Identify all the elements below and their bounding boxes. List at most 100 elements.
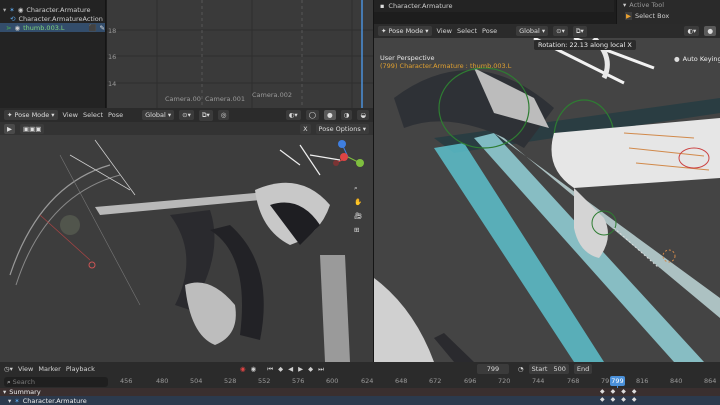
editor-type-icon[interactable]: ◷▾	[4, 365, 13, 373]
frame-tick: 672	[429, 377, 442, 385]
mode-dropdown[interactable]: ✦ Pose Mode ▾	[378, 26, 432, 36]
navigation-gizmo[interactable]	[330, 139, 366, 175]
active-tool-row[interactable]: ▾ Active Tool	[617, 0, 720, 9]
keyframe-icon[interactable]: ◆	[611, 396, 616, 403]
camera-icon[interactable]: 🎥︎	[354, 212, 366, 226]
playhead-label: 799	[610, 376, 625, 386]
camera-marker[interactable]: Camera.00	[165, 95, 201, 103]
play-reverse-icon[interactable]: ◀	[288, 365, 293, 373]
shading-wire-button[interactable]: ◯	[305, 110, 319, 120]
menu-view[interactable]: View	[437, 27, 452, 35]
action-icon: ⟲	[10, 14, 16, 23]
zoom-icon[interactable]: ⌕	[354, 184, 366, 198]
start-value: 500	[553, 365, 566, 373]
armature-icon: ✶	[9, 5, 15, 14]
menu-view[interactable]: View	[63, 111, 78, 119]
shading-material-button[interactable]: ◑	[340, 110, 353, 120]
outliner-item-armature[interactable]: ▾ ✶ ◉ Character.Armature	[0, 5, 105, 14]
visibility-icon[interactable]: ◉	[14, 24, 20, 32]
expand-arrow-icon[interactable]: ▾	[8, 397, 11, 405]
keyframe-icon[interactable]: ◆	[621, 396, 626, 403]
overlay-toggle[interactable]: ◐▾	[285, 110, 301, 120]
keyframe-icon[interactable]: ◆	[600, 396, 605, 403]
grid-icon[interactable]: ⊞	[354, 226, 366, 240]
outliner-item-bone[interactable]: ⋗ ◉ thumb.003.L ⬛ ✎	[0, 23, 105, 32]
pose-options-dropdown[interactable]: Pose Options ▾	[315, 123, 369, 134]
shading-solid-button[interactable]: ●	[323, 110, 336, 120]
shading-render-button[interactable]: ◒	[357, 110, 369, 120]
clock-icon[interactable]: ◔	[518, 365, 524, 373]
menu-select[interactable]: Select	[457, 27, 477, 35]
record-dot-icon: ●	[674, 55, 680, 63]
frame-tick: 696	[464, 377, 477, 385]
left-viewport[interactable]: ▶ ▣▣▣ X Pose Options ▾ ⌕ ✋ 🎥︎ ⊞	[0, 122, 373, 362]
pose-options-label: Pose Options	[318, 124, 361, 133]
lock-icon[interactable]: ⬛	[88, 24, 96, 32]
select-mode-icon[interactable]: ▣▣▣	[20, 123, 45, 134]
pivot-dropdown[interactable]: ⊙▾	[179, 110, 194, 120]
chevron-down-icon: ▾	[623, 0, 627, 9]
snap-toggle[interactable]: ⧉▾	[572, 25, 587, 37]
camera-marker[interactable]: Camera.002	[252, 91, 292, 99]
keyframe-markers: ◆ ◆ ◆ ◆ ◆ ◆ ◆ ◆	[600, 388, 660, 405]
keyframe-icon[interactable]: ◆	[611, 388, 616, 395]
keyframe-icon[interactable]: ◆	[600, 388, 605, 395]
x-mirror-toggle[interactable]: X	[300, 123, 311, 134]
jump-end-icon[interactable]: ⏭	[318, 365, 324, 374]
graph-grid	[107, 0, 373, 108]
menu-playback[interactable]: Playback	[66, 365, 95, 373]
transform-status: Rotation: 22.13 along local X	[534, 40, 636, 50]
pivot-dropdown[interactable]: ⊙▾	[553, 26, 568, 36]
record-button[interactable]: ◉	[240, 365, 246, 373]
menu-view[interactable]: View	[18, 365, 33, 373]
orientation-dropdown[interactable]: Global ▾	[142, 110, 175, 120]
frame-tick: 456	[120, 377, 133, 385]
visibility-icon[interactable]: ◉	[18, 6, 24, 14]
proportional-toggle[interactable]: ◎	[217, 110, 230, 120]
snap-toggle[interactable]: ⧉▾	[198, 109, 213, 121]
frame-tick: 840	[670, 377, 683, 385]
current-frame-field[interactable]: 799	[476, 364, 509, 374]
start-label: Start	[531, 365, 548, 373]
menu-pose[interactable]: Pose	[108, 111, 123, 119]
frame-tick: 552	[258, 377, 271, 385]
orientation-dropdown[interactable]: Global ▾	[516, 26, 549, 36]
next-key-icon[interactable]: ◆	[308, 365, 313, 373]
frame-tick: 576	[292, 377, 305, 385]
object-info-label: (799) Character.Armature : thumb.003.L	[380, 62, 512, 70]
right-viewport[interactable]: User Perspective (799) Character.Armatur…	[374, 38, 720, 362]
search-placeholder: Search	[12, 378, 35, 386]
expand-arrow-icon[interactable]: ▾	[3, 388, 6, 396]
menu-pose[interactable]: Pose	[482, 27, 497, 35]
pan-hand-icon[interactable]: ✋	[354, 198, 366, 212]
frame-tick: 79	[601, 377, 610, 385]
graph-editor[interactable]: 18 16 14 Camera.00 Camera.001 Camera.002	[107, 0, 373, 108]
search-field[interactable]: ⌕ Search	[4, 377, 108, 387]
keyframe-icon[interactable]: ◆	[632, 388, 637, 395]
mode-dropdown[interactable]: ✦ Pose Mode ▾	[4, 110, 58, 120]
area-divider[interactable]	[373, 0, 374, 362]
overlay-toggle[interactable]: ◐▾	[684, 26, 700, 36]
prev-key-icon[interactable]: ◆	[278, 365, 283, 373]
end-frame-field[interactable]: End	[573, 364, 593, 374]
play-icon[interactable]: ▶	[298, 365, 303, 373]
keying-set-icon[interactable]: ◉	[251, 365, 257, 373]
menu-select[interactable]: Select	[83, 111, 103, 119]
shading-solid-button[interactable]: ●	[704, 26, 716, 36]
pin-icon[interactable]: ✎	[100, 24, 105, 32]
timeline-body[interactable]: ⌕ Search 456 480 504 528 552 576 600 624…	[0, 376, 720, 405]
camera-marker[interactable]: Camera.001	[205, 95, 245, 103]
frame-tick: 528	[224, 377, 237, 385]
select-tool-icon[interactable]: ▶	[4, 123, 15, 134]
start-frame-field[interactable]: Start 500	[528, 364, 569, 374]
keyframe-icon[interactable]: ◆	[621, 388, 626, 395]
mode-label: Pose Mode	[14, 111, 50, 119]
menu-marker[interactable]: Marker	[38, 365, 60, 373]
outliner-item-action[interactable]: ⟲ Character.ArmatureAction	[0, 14, 105, 23]
jump-start-icon[interactable]: ⏮	[267, 365, 273, 374]
expand-arrow-icon[interactable]: ▾	[3, 6, 6, 14]
frame-ruler[interactable]: 456 480 504 528 552 576 600 624 648 672 …	[112, 377, 720, 387]
search-icon: ⌕	[7, 377, 11, 386]
keyframe-icon[interactable]: ◆	[632, 396, 637, 403]
select-box-row[interactable]: ▶ Select Box	[617, 11, 720, 20]
